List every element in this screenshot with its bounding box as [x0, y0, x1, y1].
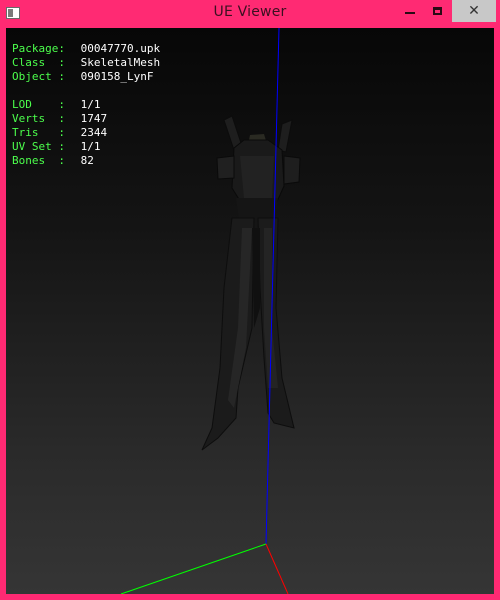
minimize-icon — [405, 12, 415, 14]
info-value: 00047770.upk — [80, 42, 161, 55]
info-key: LOD : — [12, 98, 65, 111]
info-value: 2344 — [80, 126, 108, 139]
info-key: Bones : — [12, 154, 65, 167]
info-key: Verts : — [12, 112, 65, 125]
info-row-bones: Bones : 82 — [12, 154, 160, 168]
info-row-package: Package: 00047770.upk — [12, 42, 160, 56]
close-icon: ✕ — [468, 3, 480, 19]
info-value: 1/1 — [80, 140, 101, 153]
info-row-tris: Tris : 2344 — [12, 126, 160, 140]
info-key: Class : — [12, 56, 65, 69]
app-window: UE Viewer ✕ Package: 00047770.upk Class … — [0, 0, 500, 600]
skeletal-mesh-model — [201, 115, 301, 451]
info-value: 090158_LynF — [80, 70, 154, 83]
minimize-button[interactable] — [396, 0, 424, 22]
info-key: Package: — [12, 42, 65, 55]
info-row-uvset: UV Set : 1/1 — [12, 140, 160, 154]
info-key: UV Set : — [12, 140, 65, 153]
info-value: SkeletalMesh — [80, 56, 161, 69]
info-row-lod: LOD : 1/1 — [12, 98, 160, 112]
maximize-button[interactable] — [424, 0, 452, 22]
info-value: 1747 — [80, 112, 108, 125]
axis-y-line — [120, 543, 267, 594]
info-row-object: Object : 090158_LynF — [12, 70, 160, 84]
close-button[interactable]: ✕ — [452, 0, 496, 22]
info-key: Object : — [12, 70, 65, 83]
axis-x-line — [265, 543, 289, 594]
info-value: 82 — [80, 154, 94, 167]
mesh-info-overlay: Package: 00047770.upk Class : SkeletalMe… — [12, 42, 160, 168]
3d-viewport[interactable]: Package: 00047770.upk Class : SkeletalMe… — [6, 28, 494, 594]
title-bar[interactable]: UE Viewer ✕ — [0, 0, 500, 28]
info-row-verts: Verts : 1747 — [12, 112, 160, 126]
maximize-icon — [433, 7, 442, 15]
info-value: 1/1 — [80, 98, 101, 111]
info-row-class: Class : SkeletalMesh — [12, 56, 160, 70]
info-key: Tris : — [12, 126, 65, 139]
